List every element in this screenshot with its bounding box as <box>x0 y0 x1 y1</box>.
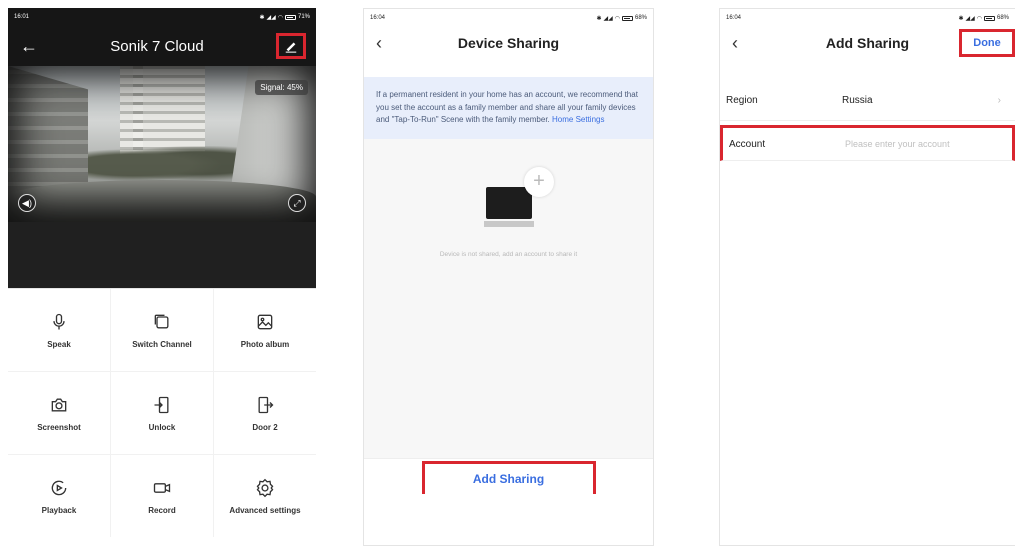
screenshot-button[interactable]: Screenshot <box>8 372 110 454</box>
sharing-form: Region Russia › Account <box>720 81 1015 161</box>
page-title: Device Sharing <box>457 35 560 51</box>
region-label: Region <box>726 95 758 106</box>
microphone-icon <box>53 313 65 329</box>
battery-level: 71% <box>297 14 310 20</box>
back-chevron-icon[interactable]: ‹ <box>732 33 738 54</box>
pencil-icon <box>285 42 297 53</box>
volume-icon[interactable]: ◀) <box>18 194 36 212</box>
bluetooth-icon: ✱ <box>958 15 964 22</box>
account-input[interactable] <box>845 139 1006 149</box>
signal-icon: ◢◢ <box>603 15 613 22</box>
signal-badge: Signal: 45% <box>255 80 308 95</box>
plus-icon: + <box>524 166 554 197</box>
camera-screen: 16:01 ✱ ◢◢ ◠ 71% ← Sonik 7 Cloud Signal:… <box>8 8 316 546</box>
sharing-list-empty: + Device is not shared, add an account t… <box>364 138 653 494</box>
top-nav: ‹ Add Sharing Done <box>720 27 1015 59</box>
record-video-icon <box>153 482 171 493</box>
info-notice: If a permanent resident in your home has… <box>364 77 653 139</box>
device-title: Sonik 7 Cloud <box>110 37 204 55</box>
device-sharing-screen: 16:04 ✱ ◢◢ ◠ 68% ‹ Device Sharing If a p… <box>363 8 654 546</box>
bluetooth-icon: ✱ <box>596 15 602 22</box>
video-preview[interactable]: Signal: 45% ◀) ⤢ <box>8 66 316 222</box>
wifi-icon: ◠ <box>277 14 283 21</box>
add-sharing-button[interactable]: Add Sharing <box>421 460 596 494</box>
status-bar: 16:04 ✱ ◢◢ ◠ 68% <box>720 9 1015 27</box>
photo-album-icon <box>257 314 273 329</box>
empty-state-text: Device is not shared, add an account to … <box>439 250 578 258</box>
advanced-settings-button[interactable]: Advanced settings <box>214 455 316 537</box>
status-time: 16:01 <box>14 14 30 20</box>
fullscreen-icon[interactable]: ⤢ <box>288 194 306 212</box>
wifi-icon: ◠ <box>614 15 620 22</box>
photo-album-button[interactable]: Photo album <box>214 289 316 371</box>
unlock-button[interactable]: Unlock <box>111 372 213 454</box>
top-nav: ‹ Device Sharing <box>364 27 653 59</box>
status-time: 16:04 <box>370 15 386 21</box>
back-arrow-icon[interactable]: ← <box>20 36 38 57</box>
chevron-right-icon: › <box>997 95 1001 106</box>
status-bar: 16:04 ✱ ◢◢ ◠ 68% <box>364 9 653 27</box>
account-label: Account <box>729 138 766 150</box>
switch-channel-icon <box>154 314 169 328</box>
device-stand <box>484 220 534 227</box>
home-settings-link[interactable]: Home Settings <box>552 115 604 124</box>
edit-button[interactable] <box>276 33 306 59</box>
action-grid: Speak Switch Channel Photo album Screens… <box>8 288 316 537</box>
status-time: 16:04 <box>726 15 742 21</box>
playback-button[interactable]: Playback <box>8 455 110 537</box>
signal-icon: ◢◢ <box>965 15 975 22</box>
switch-channel-button[interactable]: Switch Channel <box>111 289 213 371</box>
door-icon <box>258 396 274 413</box>
wifi-icon: ◠ <box>976 15 982 22</box>
battery-level: 68% <box>996 15 1009 21</box>
battery-icon <box>284 14 296 20</box>
control-band <box>8 222 316 288</box>
device-illustration-icon <box>486 186 532 219</box>
record-button[interactable]: Record <box>111 455 213 537</box>
signal-icon: ◢◢ <box>266 14 276 21</box>
speak-button[interactable]: Speak <box>8 289 110 371</box>
battery-icon <box>621 15 633 21</box>
bluetooth-icon: ✱ <box>259 14 265 21</box>
status-bar: 16:01 ✱ ◢◢ ◠ 71% <box>8 8 316 26</box>
gear-icon <box>256 478 274 497</box>
add-sharing-screen: 16:04 ✱ ◢◢ ◠ 68% ‹ Add Sharing Done Regi… <box>719 8 1015 546</box>
back-chevron-icon[interactable]: ‹ <box>376 33 382 54</box>
door-2-button[interactable]: Door 2 <box>214 372 316 454</box>
done-button[interactable]: Done <box>959 29 1015 57</box>
region-value: Russia <box>842 95 873 106</box>
region-row[interactable]: Region Russia › <box>720 81 1015 121</box>
battery-icon <box>983 15 995 21</box>
battery-level: 68% <box>634 15 647 21</box>
account-row: Account <box>720 125 1015 161</box>
top-nav: ← Sonik 7 Cloud <box>8 26 316 66</box>
camera-icon <box>51 398 67 411</box>
bottom-bar: Add Sharing <box>364 457 653 494</box>
playback-icon <box>51 480 67 495</box>
unlock-door-icon <box>154 396 169 413</box>
